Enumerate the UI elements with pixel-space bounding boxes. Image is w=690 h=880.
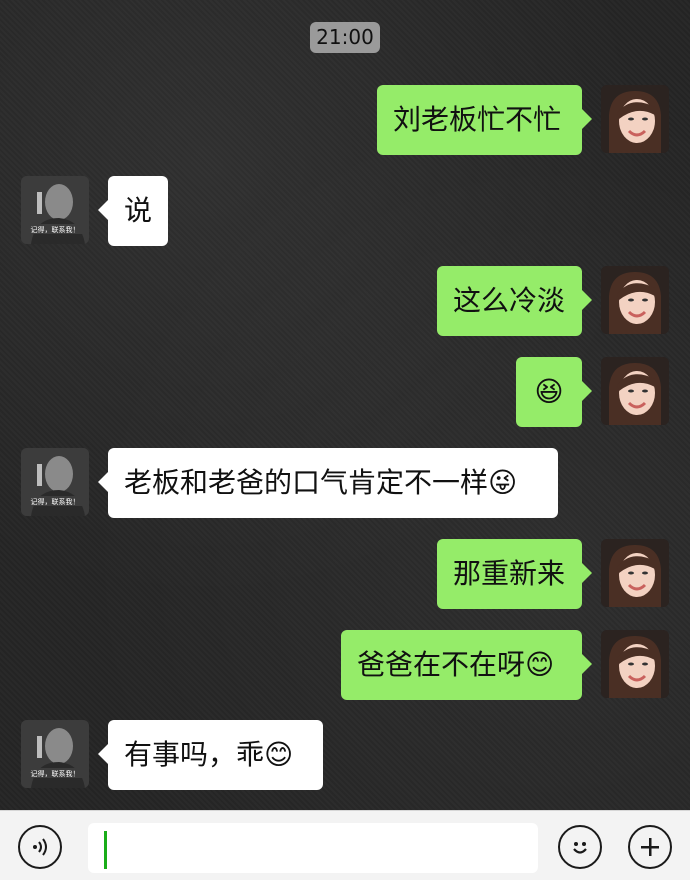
laughing-emoji: 😆 — [534, 375, 564, 408]
my-avatar[interactable] — [601, 85, 669, 153]
smile-emoji: 😊 — [525, 648, 555, 681]
plus-button[interactable] — [628, 825, 672, 869]
time-divider: 21:00 — [310, 22, 380, 53]
message-bubble-sent[interactable]: 爸爸在不在呀😊 — [341, 630, 592, 700]
message-text: 刘老板忙不忙 — [393, 103, 562, 136]
message-text: 有事吗，乖 — [124, 738, 265, 771]
voice-icon — [33, 838, 47, 856]
avatar-caption: 记得，联系我！ — [31, 225, 80, 234]
contact-avatar[interactable]: 记得，联系我！ — [21, 448, 89, 516]
input-bar — [0, 810, 690, 880]
avatar-caption: 记得，联系我！ — [31, 769, 80, 778]
message-bubble-sent[interactable]: 这么冷淡 — [437, 266, 592, 336]
contact-avatar[interactable]: 记得，联系我！ — [21, 720, 89, 788]
message-text: 老板和老爸的口气肯定不一样 — [124, 466, 489, 499]
message-text: 那重新来 — [453, 557, 566, 590]
message-text: 爸爸在不在呀 — [357, 648, 526, 681]
message-bubble-sent[interactable]: 那重新来 — [437, 539, 592, 609]
message-bubble-sent[interactable]: 😆 — [516, 357, 592, 427]
message-bubble-received[interactable]: 说 — [98, 176, 168, 246]
plus-icon — [641, 838, 659, 856]
emoji-icon — [573, 842, 587, 854]
message-text: 说 — [124, 194, 153, 227]
message-bubble-received[interactable]: 老板和老爸的口气肯定不一样😜 — [98, 448, 558, 518]
my-avatar[interactable] — [601, 539, 669, 607]
contact-avatar[interactable]: 记得，联系我！ — [21, 176, 89, 244]
my-avatar[interactable] — [601, 630, 669, 698]
smile-emoji: 😊 — [264, 738, 294, 771]
emoji-button[interactable] — [558, 825, 602, 869]
text-cursor — [104, 831, 107, 869]
message-bubble-received[interactable]: 有事吗，乖😊 — [98, 720, 323, 790]
message-bubble-sent[interactable]: 刘老板忙不忙 — [377, 85, 592, 155]
message-input[interactable] — [88, 823, 538, 873]
my-avatar[interactable] — [601, 266, 669, 334]
my-avatar[interactable] — [601, 357, 669, 425]
message-text: 这么冷淡 — [453, 284, 566, 317]
wink-tongue-emoji: 😜 — [488, 466, 518, 499]
voice-button[interactable] — [18, 825, 62, 869]
avatar-caption: 记得，联系我！ — [31, 497, 80, 506]
